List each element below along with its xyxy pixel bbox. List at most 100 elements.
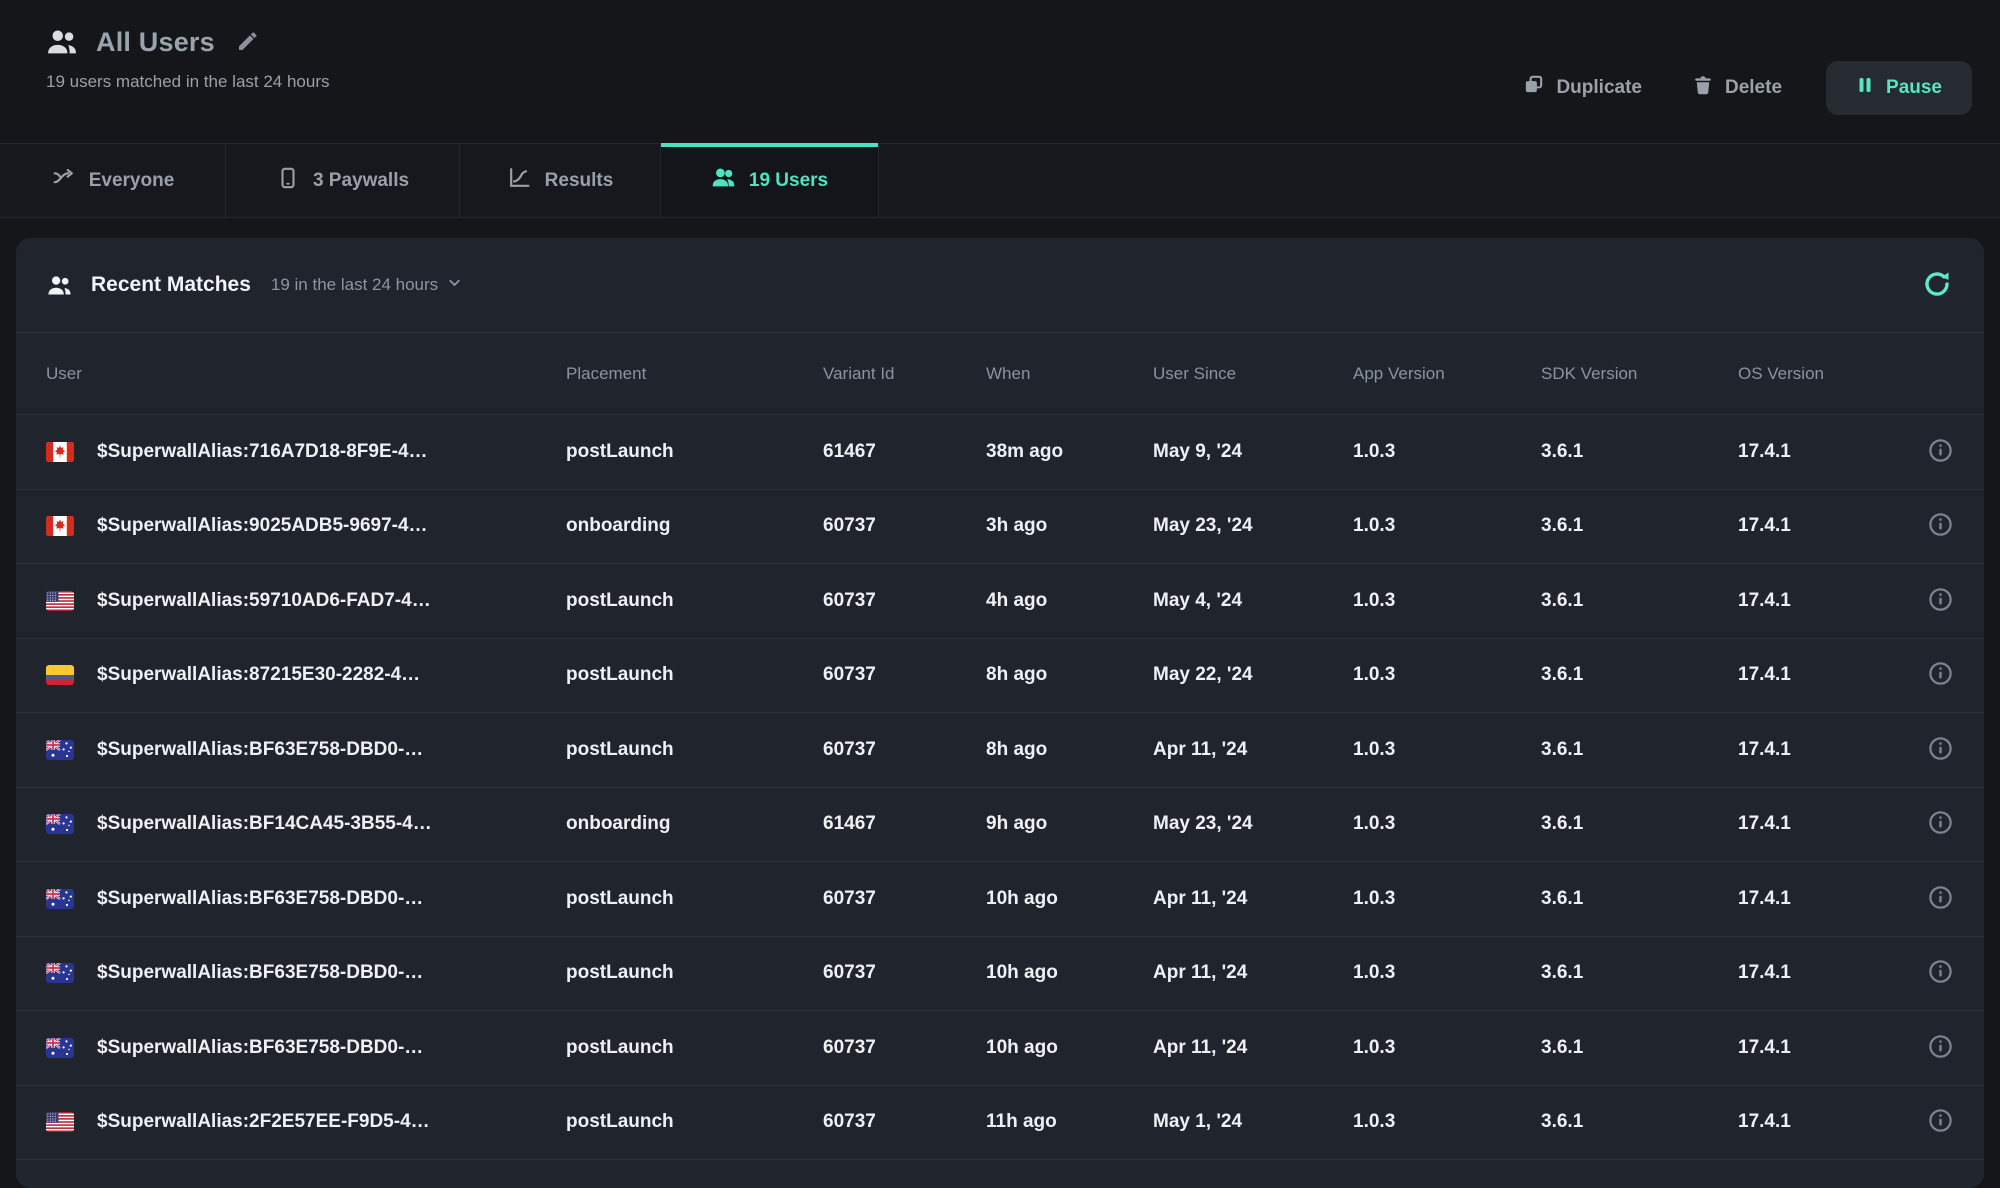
user-alias: $SuperwallAlias:BF63E758-DBD0-… [97,962,423,984]
user-since-cell: May 4, '24 [1153,590,1353,612]
variant-id-cell: 60737 [823,664,986,686]
country-flag-icon [46,814,74,834]
time-range-dropdown[interactable]: 19 in the last 24 hours [265,273,469,297]
table-row[interactable]: $SuperwallAlias:9025ADB5-9697-4… onboard… [16,490,1984,565]
table-body: $SuperwallAlias:716A7D18-8F9E-4… postLau… [16,415,1984,1160]
users-icon [711,165,736,196]
sdk-version-cell: 3.6.1 [1541,441,1738,463]
info-icon [1927,511,1954,541]
country-flag-icon [46,442,74,462]
phone-icon [276,166,300,196]
column-header-sdk-version: SDK Version [1541,364,1738,384]
table-row[interactable]: $SuperwallAlias:BF63E758-DBD0-… postLaun… [16,713,1984,788]
when-cell: 10h ago [986,962,1153,984]
info-icon [1927,660,1954,690]
os-version-cell: 17.4.1 [1738,515,1898,537]
column-header-when: When [986,364,1153,384]
row-info-button[interactable] [1927,511,1954,541]
refresh-button[interactable] [1920,267,1954,304]
variant-id-cell: 60737 [823,888,986,910]
app-version-cell: 1.0.3 [1353,1111,1541,1133]
user-alias: $SuperwallAlias:2F2E57EE-F9D5-4… [97,1111,430,1133]
os-version-cell: 17.4.1 [1738,962,1898,984]
placement-cell: postLaunch [566,664,823,686]
column-header-variant-id: Variant Id [823,364,986,384]
duplicate-label: Duplicate [1556,77,1642,99]
sdk-version-cell: 3.6.1 [1541,1037,1738,1059]
tab-paywalls[interactable]: 3 Paywalls [226,144,460,217]
edit-title-button[interactable] [231,25,263,60]
info-icon [1927,958,1954,988]
sdk-version-cell: 3.6.1 [1541,962,1738,984]
delete-button[interactable]: Delete [1686,73,1788,103]
row-info-button[interactable] [1927,586,1954,616]
table-row[interactable]: $SuperwallAlias:BF14CA45-3B55-4… onboard… [16,788,1984,863]
info-icon [1927,586,1954,616]
when-cell: 8h ago [986,664,1153,686]
tab-everyone-label: Everyone [89,170,175,192]
placement-cell: onboarding [566,515,823,537]
panel-header: Recent Matches 19 in the last 24 hours [16,238,1984,333]
table-row[interactable]: $SuperwallAlias:716A7D18-8F9E-4… postLau… [16,415,1984,490]
info-icon [1927,437,1954,467]
table-row[interactable]: $SuperwallAlias:87215E30-2282-4… postLau… [16,639,1984,714]
user-since-cell: May 23, '24 [1153,515,1353,537]
tab-results[interactable]: Results [460,144,661,217]
row-info-button[interactable] [1927,660,1954,690]
row-info-button[interactable] [1927,1033,1954,1063]
fork-arrow-icon [51,165,76,196]
row-info-button[interactable] [1927,1107,1954,1137]
tab-results-label: Results [545,170,614,192]
delete-label: Delete [1725,77,1782,99]
row-info-button[interactable] [1927,958,1954,988]
sdk-version-cell: 3.6.1 [1541,515,1738,537]
user-since-cell: Apr 11, '24 [1153,962,1353,984]
tab-users[interactable]: 19 Users [661,144,879,217]
row-info-button[interactable] [1927,809,1954,839]
table-row[interactable]: $SuperwallAlias:59710AD6-FAD7-4… postLau… [16,564,1984,639]
sdk-version-cell: 3.6.1 [1541,739,1738,761]
user-since-cell: Apr 11, '24 [1153,739,1353,761]
app-version-cell: 1.0.3 [1353,739,1541,761]
table-row[interactable]: $SuperwallAlias:BF63E758-DBD0-… postLaun… [16,862,1984,937]
duplicate-button[interactable]: Duplicate [1516,72,1648,103]
when-cell: 8h ago [986,739,1153,761]
row-info-button[interactable] [1927,437,1954,467]
page-title: All Users [96,27,215,58]
recent-matches-panel: Recent Matches 19 in the last 24 hours [16,238,1984,1188]
app-version-cell: 1.0.3 [1353,888,1541,910]
duplicate-icon [1522,73,1545,102]
column-header-user: User [46,364,566,384]
line-chart-icon [507,165,532,196]
campaign-page: All Users 19 users matched in the last 2… [0,0,2000,1163]
os-version-cell: 17.4.1 [1738,590,1898,612]
app-version-cell: 1.0.3 [1353,962,1541,984]
tab-everyone[interactable]: Everyone [0,144,226,217]
title-block: All Users 19 users matched in the last 2… [44,20,330,143]
users-icon [44,24,80,60]
app-version-cell: 1.0.3 [1353,813,1541,835]
tab-users-label: 19 Users [749,170,828,192]
refresh-icon [1922,269,1952,302]
user-alias: $SuperwallAlias:BF63E758-DBD0-… [97,888,423,910]
row-info-button[interactable] [1927,884,1954,914]
variant-id-cell: 60737 [823,590,986,612]
placement-cell: postLaunch [566,962,823,984]
sdk-version-cell: 3.6.1 [1541,888,1738,910]
user-since-cell: May 9, '24 [1153,441,1353,463]
sdk-version-cell: 3.6.1 [1541,590,1738,612]
pause-button[interactable]: Pause [1826,61,1972,115]
table-row[interactable]: $SuperwallAlias:2F2E57EE-F9D5-4… postLau… [16,1086,1984,1161]
table-row[interactable]: $SuperwallAlias:BF63E758-DBD0-… postLaun… [16,937,1984,1012]
user-alias: $SuperwallAlias:BF63E758-DBD0-… [97,1037,423,1059]
when-cell: 38m ago [986,441,1153,463]
row-info-button[interactable] [1927,735,1954,765]
table-row[interactable]: $SuperwallAlias:BF63E758-DBD0-… postLaun… [16,1011,1984,1086]
info-icon [1927,884,1954,914]
os-version-cell: 17.4.1 [1738,441,1898,463]
sdk-version-cell: 3.6.1 [1541,1111,1738,1133]
user-since-cell: May 23, '24 [1153,813,1353,835]
user-since-cell: May 1, '24 [1153,1111,1353,1133]
info-icon [1927,809,1954,839]
country-flag-icon [46,963,74,983]
